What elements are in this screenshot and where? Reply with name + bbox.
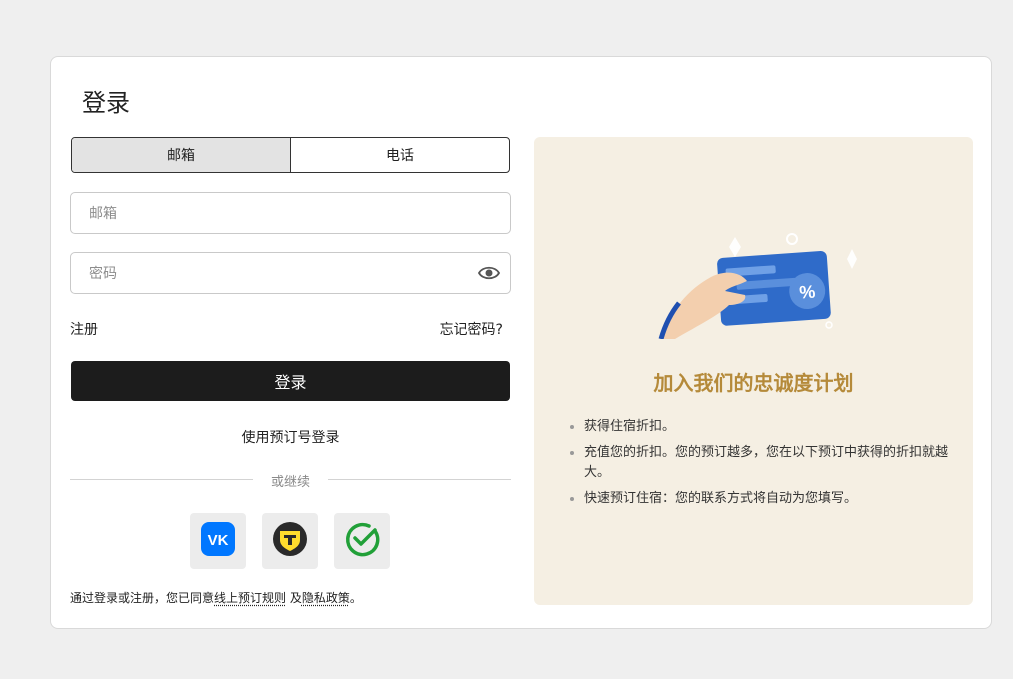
- page-title: 登录: [82, 89, 130, 117]
- eye-icon[interactable]: [477, 264, 501, 282]
- benefit-item: 获得住宿折扣。: [584, 417, 964, 437]
- benefit-item: 快速预订住宿：您的联系方式将自动为您填写。: [584, 489, 964, 509]
- login-button[interactable]: 登录: [71, 361, 510, 401]
- terms-and: 及: [286, 591, 302, 605]
- register-link[interactable]: 注册: [70, 319, 98, 339]
- loyalty-card-illustration: %: [658, 233, 857, 339]
- card-badge: %: [799, 282, 816, 303]
- tinkoff-login-button[interactable]: [262, 513, 318, 569]
- privacy-policy-link[interactable]: 隐私政策: [302, 591, 350, 605]
- password-field-wrapper: [70, 252, 511, 295]
- terms-prefix: 通过登录或注册，您已同意: [70, 591, 215, 605]
- benefit-item: 充值您的折扣。您的预订越多，您在以下预订中获得的折扣就越大。: [584, 443, 964, 483]
- login-card: 登录 邮箱 电话 注册 忘记密码? 登录 使用预订号登录 或继续 VK: [50, 56, 992, 629]
- tab-email[interactable]: 邮箱: [72, 138, 291, 172]
- loyalty-heading: 加入我们的忠诚度计划: [653, 371, 854, 395]
- sber-login-button[interactable]: [334, 513, 390, 569]
- vk-login-button[interactable]: VK: [190, 513, 246, 569]
- tab-phone[interactable]: 电话: [291, 138, 509, 172]
- booking-number-login-link[interactable]: 使用预订号登录: [71, 427, 510, 447]
- password-field[interactable]: [87, 253, 471, 295]
- loyalty-promo-panel: % 加入我们的忠诚度计划 获得住宿折扣。 充值您的折扣。您的预订越多，您在以下预…: [534, 137, 973, 605]
- auth-links-row: 注册 忘记密码?: [70, 319, 511, 339]
- email-field-wrapper: [70, 192, 511, 235]
- terms-notice: 通过登录或注册，您已同意线上预订规则 及隐私政策。: [70, 589, 362, 606]
- email-field[interactable]: [87, 193, 471, 235]
- or-continue-divider: 或继续: [70, 471, 511, 490]
- login-method-tabs: 邮箱 电话: [71, 137, 510, 173]
- divider-text: 或继续: [270, 475, 310, 490]
- svg-text:VK: VK: [208, 532, 229, 549]
- terms-suffix: 。: [349, 591, 362, 605]
- loyalty-benefits-list: 获得住宿折扣。 充值您的折扣。您的预订越多，您在以下预订中获得的折扣就越大。 快…: [564, 417, 964, 515]
- forgot-password-link[interactable]: 忘记密码?: [440, 319, 503, 339]
- booking-rules-link[interactable]: 线上预订规则: [214, 591, 286, 605]
- vk-icon: VK: [201, 522, 235, 560]
- divider-line-right: [328, 479, 511, 480]
- sber-icon: [344, 521, 380, 561]
- tinkoff-icon: [272, 521, 308, 561]
